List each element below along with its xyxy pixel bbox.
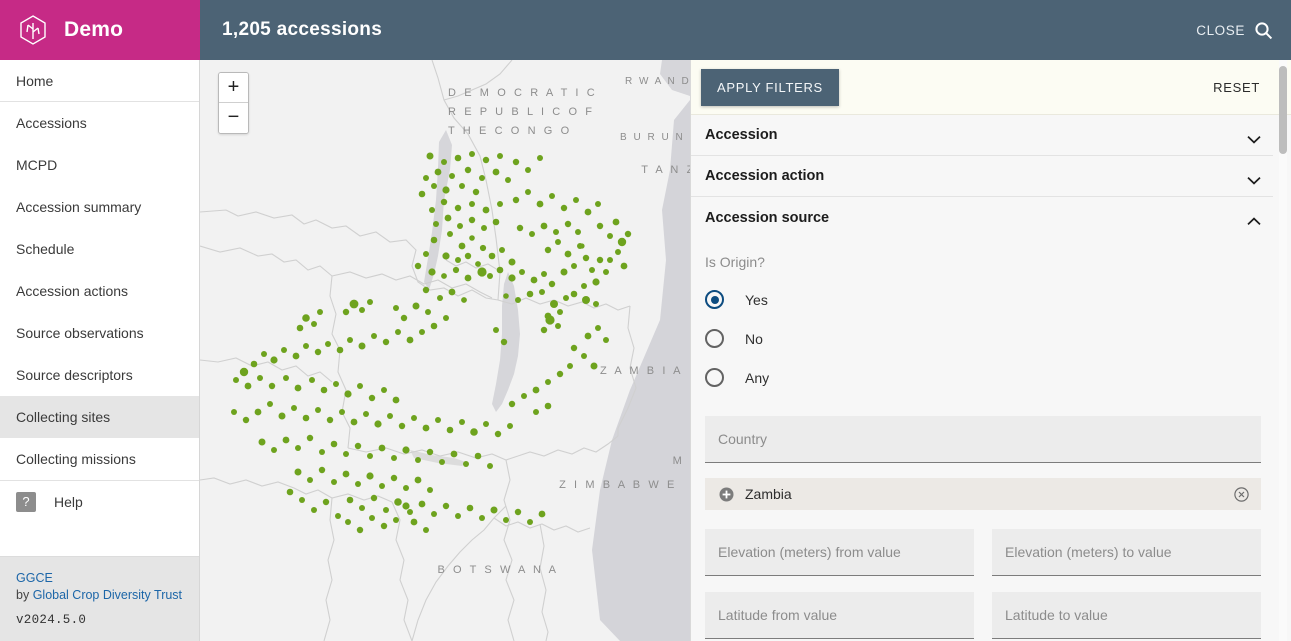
reset-filters-button[interactable]: RESET	[1207, 74, 1266, 101]
svg-text:M O Z A M B I Q U E: M O Z A M B I Q U E	[673, 455, 690, 467]
map-canvas[interactable]: D E M O C R A T I C R E P U B L I C O F …	[200, 60, 690, 641]
sidebar-item-collecting-sites[interactable]: Collecting sites	[0, 396, 199, 438]
chevron-down-icon[interactable]	[1247, 172, 1261, 185]
sidebar-item-label: Accession actions	[16, 283, 129, 299]
accordion-title: Accession action	[705, 168, 825, 184]
radio-button-yes[interactable]	[705, 290, 724, 309]
sidebar-item-label: Source observations	[16, 325, 144, 341]
sidebar-item-label: Collecting sites	[16, 409, 111, 425]
filter-panel: APPLY FILTERS RESET Accession Accession …	[690, 60, 1291, 641]
sidebar-item-label: MCPD	[16, 157, 58, 173]
selected-country-row[interactable]: Zambia	[705, 478, 1261, 510]
apply-filters-button[interactable]: APPLY FILTERS	[701, 68, 839, 106]
accession-source-body: Is Origin? Yes No Any Country Zambia Ele…	[691, 238, 1273, 641]
footer-by-prefix: by	[16, 588, 33, 602]
zoom-out-button[interactable]: −	[219, 103, 248, 133]
top-bar: Demo 1,205 accessions CLOSE	[0, 0, 1291, 60]
radio-label: Yes	[745, 291, 768, 308]
sidebar-item-accession-summary[interactable]: Accession summary	[0, 186, 199, 228]
sidebar-item-home[interactable]: Home	[0, 60, 199, 102]
sidebar-item-label: Source descriptors	[16, 367, 133, 383]
latitude-to-placeholder: Latitude to value	[1005, 607, 1108, 623]
sidebar-footer: GGCE by Global Crop Diversity Trust v202…	[0, 556, 199, 641]
search-icon[interactable]	[1254, 21, 1273, 40]
radio-label: Any	[745, 369, 770, 386]
sidebar-item-label: Help	[54, 493, 83, 510]
elevation-to-input[interactable]: Elevation (meters) to value	[992, 529, 1261, 576]
country-chip-label: Zambia	[745, 486, 792, 502]
svg-text:B O T S W A N A: B O T S W A N A	[437, 564, 558, 576]
sidebar-item-source-observations[interactable]: Source observations	[0, 312, 199, 354]
sidebar-item-collecting-missions[interactable]: Collecting missions	[0, 438, 199, 480]
latitude-from-placeholder: Latitude from value	[718, 607, 838, 623]
sidebar-item-mcpd[interactable]: MCPD	[0, 144, 199, 186]
sidebar-item-schedule[interactable]: Schedule	[0, 228, 199, 270]
accordion-title: Accession source	[705, 209, 830, 226]
sidebar-nav: Home Accessions MCPD Accession summary S…	[0, 60, 199, 522]
question-mark-icon: ?	[16, 491, 36, 512]
zoom-in-button[interactable]: +	[219, 73, 248, 103]
close-search-button[interactable]: CLOSE	[1196, 21, 1273, 40]
range-fields-grid: Elevation (meters) from value Elevation …	[705, 529, 1261, 639]
elevation-from-placeholder: Elevation (meters) from value	[718, 544, 901, 560]
svg-text:B U R U N D I: B U R U N D I	[620, 132, 690, 143]
close-label: CLOSE	[1196, 22, 1245, 38]
map-zoom-controls[interactable]: + −	[218, 72, 249, 134]
elevation-to-placeholder: Elevation (meters) to value	[1005, 544, 1172, 560]
svg-text:T A N Z A N I A: T A N Z A N I A	[641, 164, 690, 176]
filter-toolbar: APPLY FILTERS RESET	[691, 60, 1291, 115]
svg-text:Z I M B A B W E: Z I M B A B W E	[559, 479, 677, 491]
radio-option-any[interactable]: Any	[705, 358, 1261, 397]
map-view[interactable]: D E M O C R A T I C R E P U B L I C O F …	[200, 60, 690, 641]
application-window: Demo 1,205 accessions CLOSE Home Accessi…	[0, 0, 1291, 641]
sidebar-item-label: Schedule	[16, 241, 75, 257]
svg-text:Z A M B I A: Z A M B I A	[600, 365, 683, 377]
svg-text:D E M O C R A T I C: D E M O C R A T I C	[448, 87, 597, 99]
brand-area[interactable]: Demo	[0, 0, 200, 60]
chevron-up-icon[interactable]	[1247, 213, 1261, 226]
is-origin-label: Is Origin?	[705, 254, 765, 270]
accordion-header-accession-action[interactable]: Accession action	[691, 156, 1273, 197]
sidebar-item-accessions[interactable]: Accessions	[0, 102, 199, 144]
elevation-from-input[interactable]: Elevation (meters) from value	[705, 529, 974, 576]
radio-option-yes[interactable]: Yes	[705, 280, 1261, 319]
latitude-from-input[interactable]: Latitude from value	[705, 592, 974, 639]
sidebar-item-label: Accessions	[16, 115, 87, 131]
sidebar-item-source-descriptors[interactable]: Source descriptors	[0, 354, 199, 396]
footer-product-link[interactable]: GGCE	[16, 571, 53, 585]
radio-option-no[interactable]: No	[705, 319, 1261, 358]
sidebar-item-label: Collecting missions	[16, 451, 136, 467]
chevron-down-icon[interactable]	[1247, 131, 1261, 144]
radio-label: No	[745, 330, 763, 347]
sidebar-spacer	[0, 522, 199, 556]
main-body: Home Accessions MCPD Accession summary S…	[0, 60, 1291, 641]
country-placeholder: Country	[718, 431, 768, 447]
country-input[interactable]: Country	[705, 416, 1261, 463]
latitude-to-input[interactable]: Latitude to value	[992, 592, 1261, 639]
sidebar-item-label: Accession summary	[16, 199, 142, 215]
sidebar-item-accession-actions[interactable]: Accession actions	[0, 270, 199, 312]
accordion-header-accession-source[interactable]: Accession source	[691, 197, 1273, 238]
plus-circle-icon[interactable]	[719, 487, 734, 502]
sidebar: Home Accessions MCPD Accession summary S…	[0, 60, 200, 641]
hexagon-tree-logo-icon	[16, 13, 50, 47]
radio-button-no[interactable]	[705, 329, 724, 348]
accordion-header-accession[interactable]: Accession	[691, 115, 1273, 156]
radio-button-any[interactable]	[705, 368, 724, 387]
sidebar-item-help[interactable]: ? Help	[0, 480, 199, 522]
footer-org-link[interactable]: Global Crop Diversity Trust	[33, 588, 182, 602]
page-title: 1,205 accessions	[222, 19, 383, 40]
filter-sections: Accession Accession action Accession sou…	[691, 115, 1291, 641]
title-bar: 1,205 accessions CLOSE	[200, 0, 1291, 60]
brand-title: Demo	[64, 18, 124, 41]
svg-text:R W A N D A: R W A N D A	[625, 76, 690, 87]
footer-version: v2024.5.0	[16, 613, 87, 627]
sidebar-item-label: Home	[16, 72, 54, 89]
accordion-title: Accession	[705, 127, 778, 143]
svg-text:R E P U B L I C O F: R E P U B L I C O F	[448, 106, 595, 118]
close-circle-icon[interactable]	[1234, 486, 1249, 502]
svg-text:T H E C O N G O: T H E C O N G O	[448, 125, 572, 137]
panel-scrollbar-thumb[interactable]	[1279, 66, 1287, 154]
